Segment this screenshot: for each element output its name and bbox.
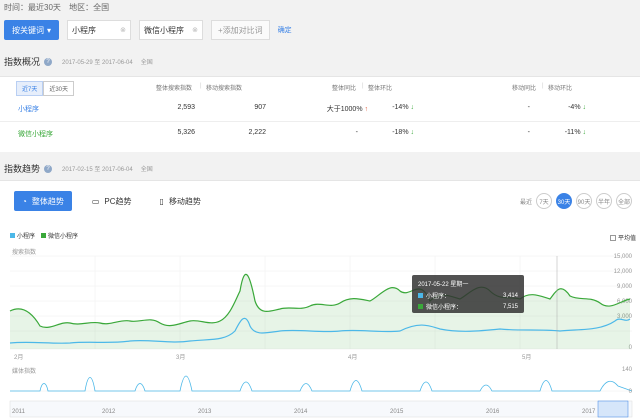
overview-row: 小程序 2,593 907 大于1000% ↑ -14% ↓ - -4% ↓: [18, 104, 587, 114]
year-label: 2013: [198, 409, 212, 415]
header-search-index: 整体搜索指数: [156, 86, 193, 92]
time-filter[interactable]: 时间：最近30天: [4, 3, 61, 12]
confirm-link[interactable]: 确定: [278, 25, 292, 35]
tooltip-date: 2017-05-22 星期一: [418, 282, 469, 288]
media-axis-label: 媒体指数: [12, 367, 36, 375]
keyword-mode-button[interactable]: 按关键词 ▾: [4, 20, 60, 40]
row-name[interactable]: 微信小程序: [18, 129, 53, 139]
x-month-label: 5月: [522, 354, 531, 361]
media-tick: 140: [622, 367, 633, 373]
help-icon[interactable]: ?: [44, 164, 53, 173]
page: 时间：最近30天 地区：全国 按关键词 ▾ 小程序 ⊗ 微信小程序 ⊗ +添加对…: [0, 0, 640, 418]
x-month-label: 4月: [348, 354, 357, 361]
caret-down-icon: ▾: [47, 25, 52, 35]
navigator-selection: [597, 400, 629, 418]
remove-term-icon[interactable]: ⊗: [120, 26, 126, 34]
add-compare-button[interactable]: +添加对比词: [211, 20, 270, 40]
overview-card: 近7天 近30天 整体搜索指数 | 移动搜索指数 整体同比 | 整体环比 移动同…: [0, 76, 640, 152]
year-label: 2016: [486, 409, 500, 415]
year-label: 2014: [294, 409, 308, 415]
y-tick: 12,000: [614, 269, 633, 275]
header-mobile-mom: 移动环比: [548, 86, 573, 92]
arrow-down-icon: ↓: [410, 129, 415, 136]
trend-title: 指数趋势 ? 2017-02-15 至 2017-06-04 全国: [4, 164, 153, 174]
media-index-line: [10, 375, 633, 392]
year-label: 2015: [390, 409, 404, 415]
arrow-down-icon: ↓: [410, 104, 415, 111]
year-label: 2011: [12, 409, 26, 415]
year-label: 2012: [102, 409, 116, 415]
keyword-bar: 按关键词 ▾ 小程序 ⊗ 微信小程序 ⊗ +添加对比词 确定: [4, 20, 292, 40]
trend-chart: 搜索指数 15,000 12,000 9,000 6,000: [9, 248, 633, 418]
header-mobile-index: 移动搜索指数: [206, 86, 243, 92]
tooltip-row: 微信小程序： 7,515: [418, 302, 518, 311]
chart-tooltip: 2017-05-22 星期一 小程序： 3,414 微信小程序： 7,515: [412, 275, 524, 313]
row-name[interactable]: 小程序: [18, 104, 39, 114]
keyword-term-2[interactable]: 微信小程序 ⊗: [139, 20, 204, 40]
x-month-label: 2月: [14, 354, 23, 361]
y-tick: 15,000: [614, 254, 633, 260]
overview-tabs: 近7天 近30天: [16, 81, 75, 96]
trend-card: ◔ 整体趋势 ▭ PC趋势 ▯ 移动趋势 最近 7天 30天 90天 半年 全部…: [0, 180, 640, 418]
header-mobile-yoy: 移动同比: [512, 86, 537, 92]
overview-title: 指数概况 ? 2017-05-29 至 2017-06-04 全国: [4, 57, 153, 67]
media-tick: 0: [629, 389, 633, 395]
region-filter[interactable]: 地区：全国: [69, 3, 109, 12]
header-yoy: 整体同比: [332, 86, 357, 92]
x-month-label: 3月: [176, 354, 185, 361]
arrow-down-icon: ↓: [582, 104, 587, 111]
keyword-term-1[interactable]: 小程序 ⊗: [67, 20, 132, 40]
y-axis-label: 搜索指数: [12, 248, 36, 256]
y-tick: 9,000: [617, 284, 633, 290]
filter-summary: 时间：最近30天 地区：全国: [4, 2, 115, 13]
year-label: 2017: [582, 409, 596, 415]
help-icon[interactable]: ?: [44, 57, 53, 66]
remove-term-icon[interactable]: ⊗: [192, 26, 198, 34]
tooltip-row: 小程序： 3,414: [418, 291, 518, 300]
overview-row: 微信小程序 5,326 2,222 - -18% ↓ - -11% ↓: [0, 121, 640, 143]
tab-30-days[interactable]: 近30天: [43, 81, 75, 96]
header-mom: 整体环比: [368, 86, 393, 92]
arrow-down-icon: ↓: [582, 129, 587, 136]
series-wechat-miniprogram-area: [10, 274, 630, 349]
tab-7-days[interactable]: 近7天: [16, 81, 44, 96]
